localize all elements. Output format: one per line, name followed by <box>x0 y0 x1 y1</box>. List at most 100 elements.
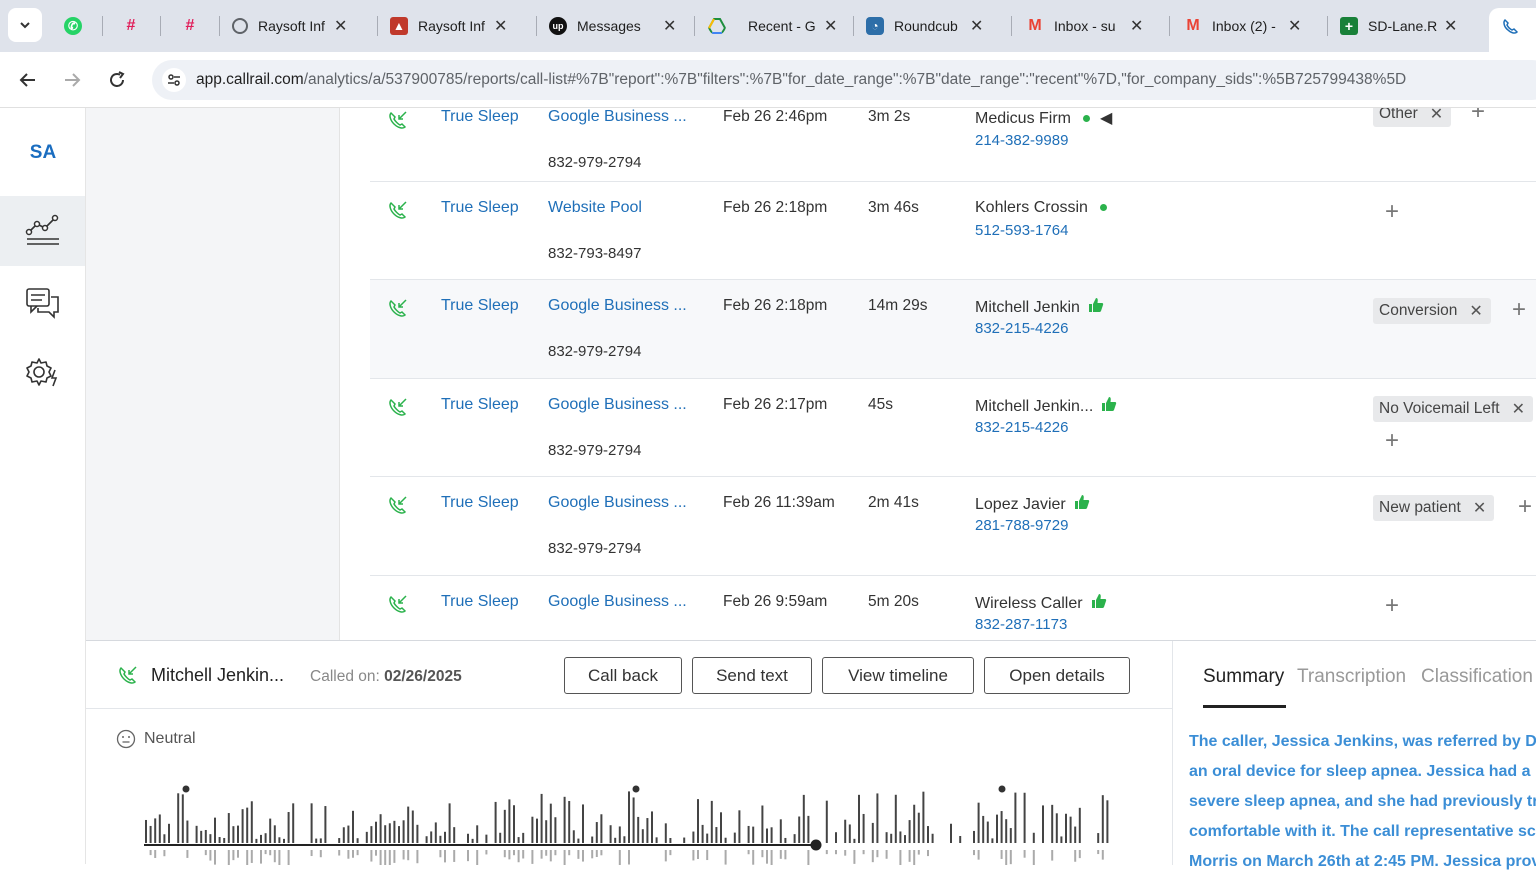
tab-roundcube[interactable]: ◔ Roundcub ✕ <box>866 8 983 44</box>
call-date: Feb 26 9:59am <box>723 593 828 610</box>
site-info-button[interactable] <box>162 68 186 92</box>
source-link[interactable]: Google Business ... <box>548 297 694 315</box>
url-text[interactable]: app.callrail.com/analytics/a/537900785/r… <box>196 71 1406 89</box>
chevron-down-icon <box>20 22 30 29</box>
tag-chip: Conversion ✕ <box>1373 298 1491 324</box>
call-detail-panel: Mitchell Jenkin... Called on: 02/26/2025… <box>86 640 1536 870</box>
remove-tag-icon[interactable]: ✕ <box>1473 498 1486 518</box>
close-icon[interactable]: ✕ <box>334 16 347 36</box>
call-summary-text: The caller, Jessica Jenkins, was referre… <box>1189 733 1536 870</box>
send-text-button[interactable]: Send text <box>692 657 812 694</box>
add-tag-button[interactable]: + <box>1515 493 1535 521</box>
caller-name: Mitchell Jenkin... <box>975 396 1117 416</box>
source-link[interactable]: Google Business ... <box>548 494 694 512</box>
tab-gmail-2[interactable]: M Inbox (2) - ✕ <box>1184 8 1301 44</box>
source-link[interactable]: Website Pool <box>548 199 694 217</box>
company-link[interactable]: True Sleep <box>441 494 519 512</box>
reload-icon <box>110 71 125 87</box>
company-link[interactable]: True Sleep <box>441 199 519 217</box>
caller-phone-link[interactable]: 832-215-4226 <box>975 320 1068 337</box>
close-icon[interactable]: ✕ <box>824 16 837 36</box>
tab-messages[interactable]: up Messages ✕ <box>549 8 676 44</box>
url-path: /analytics/a/537900785/reports/call-list… <box>303 71 1407 88</box>
caller-phone-link[interactable]: 832-215-4226 <box>975 419 1068 436</box>
tab-slack-2[interactable]: # <box>181 8 209 44</box>
caller-name: Medicus Firm ◀ <box>975 110 1113 127</box>
close-icon[interactable]: ✕ <box>494 16 507 36</box>
call-row[interactable]: True Sleep Google Business ... 832-979-2… <box>370 280 1536 379</box>
address-bar[interactable]: app.callrail.com/analytics/a/537900785/r… <box>152 60 1536 100</box>
call-date: Feb 26 2:18pm <box>723 199 828 216</box>
call-row[interactable]: True Sleep Google Business ... 832-979-2… <box>370 477 1536 576</box>
add-tag-button[interactable]: + <box>1382 427 1402 455</box>
call-duration: 14m 29s <box>868 297 928 314</box>
nav-settings[interactable] <box>0 338 85 408</box>
call-duration: 5m 20s <box>868 593 919 610</box>
filter-panel-background <box>86 108 340 640</box>
call-duration: 3m 46s <box>868 199 919 216</box>
source-link[interactable]: Google Business ... <box>548 593 694 611</box>
add-tag-button[interactable]: + <box>1382 198 1402 226</box>
view-timeline-button[interactable]: View timeline <box>822 657 974 694</box>
call-row[interactable]: True Sleep Website Pool 832-793-8497 Feb… <box>370 182 1536 280</box>
tab-classification[interactable]: Classification <box>1421 666 1533 688</box>
tab-transcription[interactable]: Transcription <box>1297 666 1406 688</box>
thumbs-up-icon <box>1091 594 1106 608</box>
source-link[interactable]: Google Business ... <box>548 396 694 414</box>
company-link[interactable]: True Sleep <box>441 593 519 611</box>
close-icon[interactable]: ✕ <box>1288 16 1301 36</box>
tracking-number: 832-979-2794 <box>548 154 642 171</box>
caller-phone-link[interactable]: 512-593-1764 <box>975 222 1068 239</box>
remove-tag-icon[interactable]: ✕ <box>1512 399 1525 419</box>
caller-phone-link[interactable]: 214-382-9989 <box>975 132 1068 149</box>
reload-button[interactable] <box>103 66 131 94</box>
gmail-icon: M <box>1186 17 1200 34</box>
company-link[interactable]: True Sleep <box>441 108 519 126</box>
close-icon[interactable]: ✕ <box>1130 16 1143 36</box>
open-details-button[interactable]: Open details <box>984 657 1130 694</box>
tab-raysoft-1[interactable]: Raysoft Inf ✕ <box>232 8 347 44</box>
chat-icon <box>25 288 59 319</box>
tab-google-sheets[interactable]: + SD-Lane.R ✕ <box>1340 8 1457 44</box>
tab-google-drive[interactable]: Recent - G ✕ <box>708 8 837 44</box>
add-tag-button[interactable]: + <box>1468 108 1488 126</box>
call-row[interactable]: True Sleep Google Business ... Feb 26 9:… <box>370 576 1536 640</box>
tab-gmail-1[interactable]: M Inbox - su ✕ <box>1026 8 1143 44</box>
tab-callrail-active[interactable] <box>1489 8 1536 52</box>
close-icon[interactable]: ✕ <box>1444 16 1457 36</box>
audio-waveform[interactable] <box>144 779 1114 865</box>
tab-title: Messages <box>577 18 641 34</box>
back-button[interactable] <box>14 66 42 94</box>
close-icon[interactable]: ✕ <box>663 16 676 36</box>
remove-tag-icon[interactable]: ✕ <box>1469 301 1482 321</box>
caller-phone-link[interactable]: 281-788-9729 <box>975 517 1068 534</box>
call-row[interactable]: True Sleep Google Business ... 832-979-2… <box>370 108 1536 182</box>
nav-conversations[interactable] <box>0 268 85 338</box>
inbound-call-icon <box>119 666 137 684</box>
call-row[interactable]: True Sleep Google Business ... 832-979-2… <box>370 379 1536 477</box>
nav-analytics[interactable] <box>0 196 85 266</box>
forward-button[interactable] <box>58 66 86 94</box>
company-link[interactable]: True Sleep <box>441 396 519 414</box>
company-link[interactable]: True Sleep <box>441 297 519 315</box>
tab-search-button[interactable] <box>8 8 42 42</box>
account-initials[interactable]: SA <box>0 142 86 164</box>
remove-tag-icon[interactable]: ✕ <box>1430 108 1443 124</box>
detail-caller-name: Mitchell Jenkin... <box>151 665 285 685</box>
tab-whatsapp[interactable]: ✆ <box>64 8 92 44</box>
browser-toolbar: app.callrail.com/analytics/a/537900785/r… <box>0 52 1536 108</box>
call-back-button[interactable]: Call back <box>564 657 682 694</box>
tab-title: Roundcub <box>894 18 958 34</box>
add-tag-button[interactable]: + <box>1382 592 1402 620</box>
tab-summary[interactable]: Summary <box>1203 666 1284 688</box>
tab-raysoft-2[interactable]: ▲ Raysoft Inf ✕ <box>390 8 507 44</box>
caller-name: Wireless Caller <box>975 593 1107 613</box>
inbound-call-icon <box>389 595 407 613</box>
close-icon[interactable]: ✕ <box>970 16 983 36</box>
thumbs-up-icon <box>1102 397 1117 411</box>
add-tag-button[interactable]: + <box>1509 296 1529 324</box>
caller-phone-link[interactable]: 832-287-1173 <box>975 616 1067 633</box>
tab-slack-1[interactable]: # <box>122 8 150 44</box>
source-link[interactable]: Google Business ... <box>548 108 694 126</box>
slack-icon: # <box>185 17 195 34</box>
